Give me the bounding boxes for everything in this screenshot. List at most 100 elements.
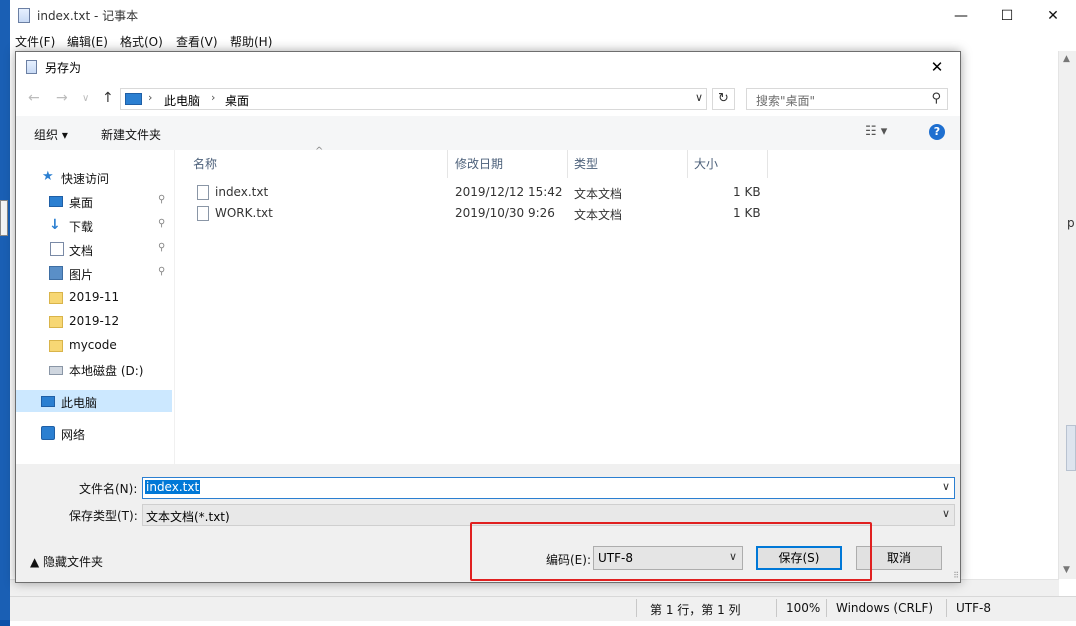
menu-help[interactable]: 帮助(H) xyxy=(230,33,272,50)
text-file-icon xyxy=(197,206,209,221)
folder-icon xyxy=(49,340,63,352)
sidebar-item-2019-12[interactable]: 2019-12 xyxy=(16,310,172,332)
column-header-name[interactable]: 名称 xyxy=(193,155,217,172)
sidebar-item-local-disk-d[interactable]: 本地磁盘 (D:) xyxy=(16,358,172,380)
breadcrumb-this-pc[interactable]: 此电脑 xyxy=(164,92,200,109)
scroll-up-icon[interactable]: ▲ xyxy=(1063,54,1070,64)
column-divider[interactable] xyxy=(447,150,448,178)
column-divider[interactable] xyxy=(567,150,568,178)
search-placeholder: 搜索"桌面" xyxy=(756,94,816,108)
refresh-button[interactable]: ↻ xyxy=(712,88,735,110)
chevron-down-icon[interactable]: ∨ xyxy=(729,550,737,563)
file-row[interactable]: index.txt 2019/12/12 15:42 文本文档 1 KB xyxy=(175,182,960,203)
sidebar-item-label: 2019-11 xyxy=(69,290,120,304)
chevron-right-icon[interactable]: › xyxy=(148,91,152,104)
status-encoding: UTF-8 xyxy=(956,601,991,615)
sidebar-item-label: 2019-12 xyxy=(69,314,120,328)
save-button[interactable]: 保存(S) xyxy=(756,546,842,570)
sidebar-item-downloads[interactable]: ↓ 下载 ⚲ xyxy=(16,214,172,236)
search-input[interactable]: 搜索"桌面" ⚲ xyxy=(746,88,948,110)
filetype-select[interactable]: 文本文档(*.txt) ∨ xyxy=(142,504,955,526)
notepad-icon xyxy=(26,60,37,74)
file-size: 1 KB xyxy=(733,206,761,220)
sidebar-item-label: mycode xyxy=(69,338,117,352)
filename-field[interactable]: index.txt ∨ xyxy=(142,477,955,499)
encoding-value: UTF-8 xyxy=(598,551,633,565)
sidebar-item-mycode[interactable]: mycode xyxy=(16,334,172,356)
file-type: 文本文档 xyxy=(574,208,623,222)
chevron-down-icon[interactable]: ∨ xyxy=(942,480,950,493)
download-icon: ↓ xyxy=(49,217,61,233)
address-bar[interactable]: › 此电脑 › 桌面 ∨ xyxy=(120,88,707,110)
dialog-toolbar: 组织 ▾ 新建文件夹 ☷ ▾ ? xyxy=(16,116,960,151)
new-folder-button[interactable]: 新建文件夹 xyxy=(101,126,161,143)
recent-locations-icon[interactable]: ∨ xyxy=(82,93,89,104)
menu-view[interactable]: 查看(V) xyxy=(176,33,218,50)
column-header-size[interactable]: 大小 xyxy=(694,155,718,172)
sidebar-item-desktop[interactable]: 桌面 ⚲ xyxy=(16,190,172,212)
filename-label: 文件名(N): xyxy=(79,482,138,496)
dialog-close-button[interactable]: ✕ xyxy=(914,52,960,82)
notepad-title: index.txt - 记事本 xyxy=(37,9,139,23)
network-icon xyxy=(41,426,55,440)
sort-ascending-icon: ^ xyxy=(315,146,324,157)
menu-edit[interactable]: 编辑(E) xyxy=(67,33,108,50)
chevron-right-icon[interactable]: › xyxy=(211,91,215,104)
up-arrow-icon[interactable]: ↑ xyxy=(102,90,114,106)
file-name: index.txt xyxy=(215,185,269,199)
sidebar-item-label: 文档 xyxy=(69,244,94,258)
chevron-down-icon[interactable]: ∨ xyxy=(695,91,703,104)
encoding-label: 编码(E): xyxy=(546,553,591,567)
dialog-title: 另存为 xyxy=(45,61,82,75)
column-divider[interactable] xyxy=(767,150,768,178)
hide-folders-toggle[interactable]: ▲ 隐藏文件夹 xyxy=(30,553,103,570)
sidebar-item-pictures[interactable]: 图片 ⚲ xyxy=(16,262,172,284)
minimize-button[interactable]: — xyxy=(938,0,984,31)
menu-file[interactable]: 文件(F) xyxy=(15,33,55,50)
close-button[interactable]: ✕ xyxy=(1030,0,1076,31)
scroll-down-icon[interactable]: ▼ xyxy=(1063,565,1070,575)
pin-icon: ⚲ xyxy=(158,194,166,205)
maximize-button[interactable]: ☐ xyxy=(984,0,1030,31)
encoding-select[interactable]: UTF-8 ∨ xyxy=(593,546,743,570)
status-position: 第 1 行，第 1 列 xyxy=(650,603,741,617)
view-options-icon[interactable]: ☷ ▾ xyxy=(865,124,887,139)
background-window-fragment xyxy=(1066,425,1076,471)
chevron-down-icon[interactable]: ∨ xyxy=(942,507,950,520)
file-date: 2019/10/30 9:26 xyxy=(455,206,555,220)
help-icon[interactable]: ? xyxy=(929,124,945,140)
hide-folders-label: 隐藏文件夹 xyxy=(43,555,104,569)
breadcrumb-desktop[interactable]: 桌面 xyxy=(225,92,249,109)
column-header-date[interactable]: 修改日期 xyxy=(455,155,503,172)
vertical-scrollbar[interactable]: ▲ ▼ xyxy=(1058,51,1076,579)
file-date: 2019/12/12 15:42 xyxy=(455,185,563,199)
sidebar-item-documents[interactable]: 文档 ⚲ xyxy=(16,238,172,260)
sidebar-item-network[interactable]: 网络 xyxy=(16,422,172,444)
sidebar-item-quick-access[interactable]: ★ 快速访问 xyxy=(16,166,172,188)
sidebar-item-this-pc[interactable]: 此电脑 xyxy=(16,390,172,412)
pin-icon: ⚲ xyxy=(158,242,166,253)
star-icon: ★ xyxy=(42,169,54,184)
desktop-icon-fragment xyxy=(0,200,8,236)
chevron-up-icon: ▲ xyxy=(30,555,44,569)
save-as-dialog: 另存为 ✕ ← → ∨ ↑ › 此电脑 › 桌面 ∨ ↻ 搜索"桌面" ⚲ 组织… xyxy=(15,51,961,583)
sidebar-item-2019-11[interactable]: 2019-11 xyxy=(16,286,172,308)
status-divider xyxy=(946,599,947,617)
sidebar-item-label: 网络 xyxy=(61,428,86,442)
filename-value[interactable]: index.txt xyxy=(145,480,201,494)
organize-button[interactable]: 组织 ▾ xyxy=(34,126,68,143)
sidebar-item-label: 本地磁盘 (D:) xyxy=(69,364,144,378)
search-icon[interactable]: ⚲ xyxy=(931,91,941,106)
back-arrow-icon[interactable]: ← xyxy=(28,90,40,106)
sidebar-item-label: 此电脑 xyxy=(61,396,98,410)
menu-format[interactable]: 格式(O) xyxy=(120,33,163,50)
resize-grip-icon[interactable]: ⠿ xyxy=(953,571,959,580)
cancel-button[interactable]: 取消 xyxy=(856,546,942,570)
notepad-icon xyxy=(18,8,30,23)
column-header-type[interactable]: 类型 xyxy=(574,155,598,172)
column-divider[interactable] xyxy=(687,150,688,178)
file-row[interactable]: WORK.txt 2019/10/30 9:26 文本文档 1 KB xyxy=(175,203,960,224)
forward-arrow-icon[interactable]: → xyxy=(56,90,68,106)
sidebar-item-label: 桌面 xyxy=(69,196,94,210)
picture-icon xyxy=(49,266,63,280)
